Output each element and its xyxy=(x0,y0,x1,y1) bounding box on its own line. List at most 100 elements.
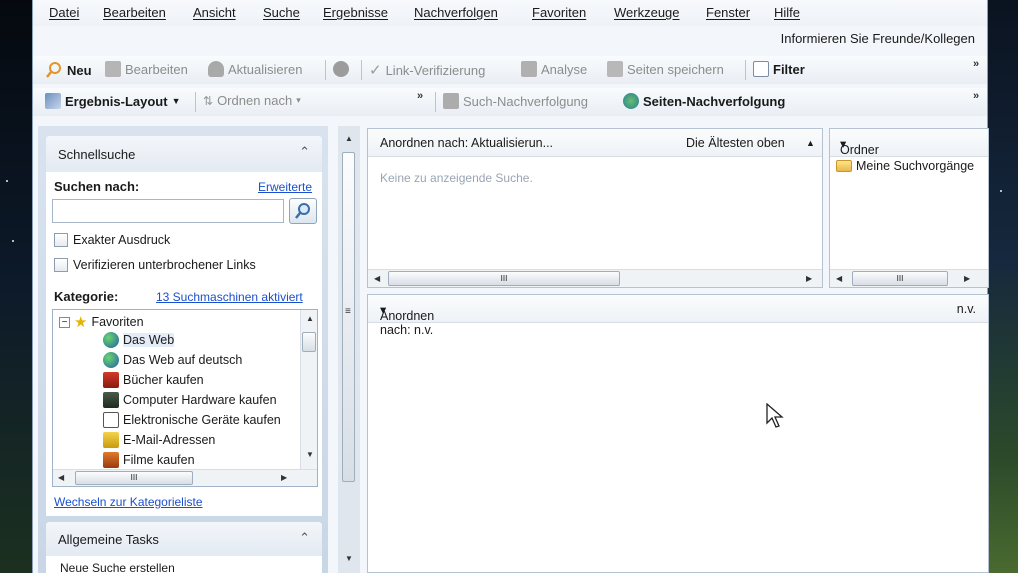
quicksearch-header[interactable]: Schnellsuche ⌃ xyxy=(46,136,322,172)
tree-node-favorites[interactable]: − ★ Favoriten xyxy=(59,313,144,331)
scroll-down-arrow[interactable]: ▼ xyxy=(306,450,314,459)
refresh-button[interactable]: Aktualisieren xyxy=(208,61,302,77)
toolbar-separator xyxy=(325,60,326,80)
tree-item[interactable]: Elektronische Geräte kaufen xyxy=(103,412,281,428)
collapse-icon[interactable]: ⌃ xyxy=(299,144,310,160)
advanced-search-link[interactable]: Erweiterte xyxy=(258,180,312,194)
desktop-background-right xyxy=(988,0,1018,573)
page-tracking-button[interactable]: Seiten-Nachverfolgung xyxy=(623,93,785,109)
refresh-icon xyxy=(208,61,224,77)
tree-vertical-scrollbar[interactable]: ▲ ▼ xyxy=(300,310,317,470)
tree-horizontal-scrollbar[interactable]: ◀ III ▶ xyxy=(53,469,317,486)
menu-datei[interactable]: Datei xyxy=(49,5,79,20)
menu-fenster[interactable]: Fenster xyxy=(706,5,750,20)
tree-item[interactable]: E-Mail-Adressen xyxy=(103,432,215,448)
oldest-first-header[interactable]: Die Ältesten oben xyxy=(686,136,785,150)
link-verify-button[interactable]: ✓ Link-Verifizierung xyxy=(369,61,485,79)
folders-pane: Ordner ▾ Meine Suchvorgänge ◀ III ▶ xyxy=(829,128,989,288)
scroll-left-arrow[interactable]: ◀ xyxy=(374,274,380,283)
menu-bearbeiten[interactable]: Bearbeiten xyxy=(103,5,166,20)
search-button[interactable] xyxy=(289,198,317,224)
edit-icon xyxy=(105,61,121,77)
folders-horizontal-scrollbar[interactable]: ◀ III ▶ xyxy=(830,269,988,287)
results-pane: Anordnen nach: n.v. ▾ n.v. xyxy=(367,294,989,573)
toolbar-overflow-chevron[interactable]: » xyxy=(973,58,979,70)
invite-friends-link[interactable]: Informieren Sie Freunde/Kollegen xyxy=(781,31,975,46)
save-pages-button[interactable]: Seiten speichern xyxy=(607,61,724,77)
menu-suche[interactable]: Suche xyxy=(263,5,300,20)
scroll-up-arrow[interactable]: ▲ xyxy=(306,314,314,323)
scroll-left-arrow[interactable]: ◀ xyxy=(58,473,64,482)
computer-icon xyxy=(103,392,119,408)
film-icon xyxy=(103,452,119,468)
device-icon xyxy=(103,412,119,428)
desktop-star xyxy=(12,240,14,242)
desktop-star xyxy=(6,180,8,182)
tasks-header[interactable]: Allgemeine Tasks ⌃ xyxy=(46,522,322,556)
email-icon xyxy=(103,432,119,448)
toolbar-overflow-chevron[interactable]: » xyxy=(417,90,423,102)
analyze-label: Analyse xyxy=(541,61,588,77)
searches-horizontal-scrollbar[interactable]: ◀ III ▶ xyxy=(368,269,822,287)
tree-root-label: Favoriten xyxy=(91,315,144,329)
search-tracking-button[interactable]: Such-Nachverfolgung xyxy=(443,93,588,109)
scroll-thumb[interactable] xyxy=(342,152,355,482)
filter-button[interactable]: Filter xyxy=(753,61,805,77)
exact-phrase-checkbox[interactable]: Exakter Ausdruck xyxy=(54,233,170,247)
stop-button[interactable] xyxy=(333,61,349,77)
new-button[interactable]: Neu xyxy=(45,61,92,79)
scroll-right-arrow[interactable]: ▶ xyxy=(964,274,970,283)
tree-item-label: Computer Hardware kaufen xyxy=(123,393,277,407)
tree-item[interactable]: Bücher kaufen xyxy=(103,372,204,388)
engines-enabled-link[interactable]: 13 Suchmaschinen aktiviert xyxy=(156,290,303,304)
switch-to-category-list-link[interactable]: Wechseln zur Kategorieliste xyxy=(54,495,203,509)
menu-werkzeuge[interactable]: Werkzeuge xyxy=(614,5,680,20)
menu-ergebnisse[interactable]: Ergebnisse xyxy=(323,5,388,20)
folders-header[interactable]: Ordner ▾ xyxy=(840,136,879,157)
sort-by-button[interactable]: ⇅ Ordnen nach ▾ xyxy=(203,93,301,108)
search-input[interactable] xyxy=(52,199,284,223)
result-layout-button[interactable]: Ergebnis-Layout ▼ xyxy=(45,93,181,109)
menu-nachverfolgen[interactable]: Nachverfolgen xyxy=(414,5,498,20)
edit-button[interactable]: Bearbeiten xyxy=(105,61,188,77)
collapse-tree-icon[interactable]: − xyxy=(59,316,70,328)
tree-item[interactable]: Das Web auf deutsch xyxy=(103,352,242,368)
menu-ansicht[interactable]: Ansicht xyxy=(193,5,236,20)
sort-by-label: Ordnen nach xyxy=(217,93,293,108)
tree-item[interactable]: Filme kaufen xyxy=(103,452,195,468)
searches-sort-header[interactable]: Anordnen nach: Aktualisierun... xyxy=(380,136,553,150)
quicksearch-sidebar: Schnellsuche ⌃ Suchen nach: Erweiterte E… xyxy=(38,126,328,573)
app-window: Datei Bearbeiten Ansicht Suche Ergebniss… xyxy=(32,0,989,573)
empty-searches-message: Keine zu anzeigende Suche. xyxy=(380,171,533,185)
splitter-grip-icon[interactable]: ≡ xyxy=(345,306,351,317)
scroll-right-arrow[interactable]: ▶ xyxy=(281,473,287,482)
scroll-thumb[interactable]: III xyxy=(388,271,620,286)
folder-item[interactable]: Meine Suchvorgänge xyxy=(836,159,974,173)
analyze-button[interactable]: Analyse xyxy=(521,61,587,77)
menu-hilfe[interactable]: Hilfe xyxy=(774,5,800,20)
toolbar-separator xyxy=(361,60,362,80)
scroll-left-arrow[interactable]: ◀ xyxy=(836,274,842,283)
results-sort-header[interactable]: Anordnen nach: n.v. ▾ xyxy=(380,302,434,337)
star-icon: ★ xyxy=(74,314,88,331)
folders-pane-header: Ordner ▾ xyxy=(830,129,988,157)
dropdown-arrow-icon: ▼ xyxy=(171,96,181,106)
tree-item[interactable]: Das Web xyxy=(103,332,175,348)
scroll-thumb[interactable] xyxy=(302,332,316,352)
panel-splitter[interactable]: ▲ ≡ ▼ xyxy=(338,126,360,573)
collapse-icon[interactable]: ⌃ xyxy=(299,530,310,546)
scroll-up-arrow[interactable]: ▲ xyxy=(345,134,353,143)
category-label: Kategorie: xyxy=(54,289,119,304)
new-search-task[interactable]: Neue Suche erstellen xyxy=(60,561,175,573)
menu-favoriten[interactable]: Favoriten xyxy=(532,5,586,20)
edit-button-label: Bearbeiten xyxy=(125,61,188,77)
searches-pane: Anordnen nach: Aktualisierun... Die Älte… xyxy=(367,128,823,288)
scroll-thumb[interactable]: III xyxy=(75,471,193,485)
toolbar-separator xyxy=(435,92,436,112)
scroll-down-arrow[interactable]: ▼ xyxy=(345,554,353,563)
scroll-right-arrow[interactable]: ▶ xyxy=(806,274,812,283)
scroll-thumb[interactable]: III xyxy=(852,271,948,286)
tree-item[interactable]: Computer Hardware kaufen xyxy=(103,392,277,408)
verify-links-checkbox[interactable]: Verifizieren unterbrochener Links xyxy=(54,258,256,272)
toolbar-overflow-chevron[interactable]: » xyxy=(973,90,979,102)
